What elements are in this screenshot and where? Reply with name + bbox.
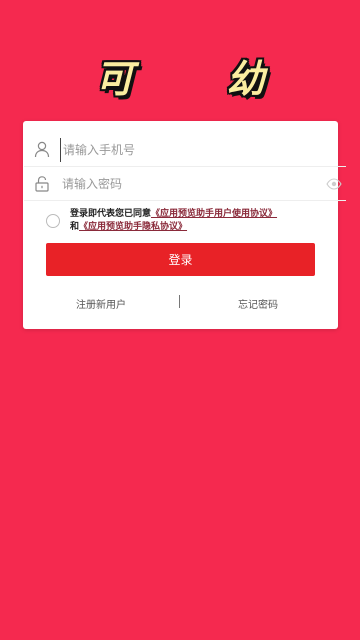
phone-field-row	[24, 133, 346, 167]
bottom-links: 注册新用户 忘记密码	[46, 294, 315, 312]
eye-icon[interactable]	[322, 172, 346, 196]
forgot-password-link[interactable]: 忘记密码	[238, 296, 278, 311]
agreement-row: 登录即代表您已同意《应用预览助手用户使用协议》 和《应用预览助手隐私协议》	[46, 208, 336, 234]
link-divider	[179, 295, 180, 308]
privacy-policy-link[interactable]: 《应用预览助手隐私协议》	[79, 222, 187, 232]
agree-radio[interactable]	[46, 214, 60, 228]
agreement-prefix: 登录即代表您已同意	[70, 209, 152, 219]
agreement-text: 登录即代表您已同意《应用预览助手用户使用协议》 和《应用预览助手隐私协议》	[70, 208, 336, 234]
login-button[interactable]: 登录	[46, 243, 315, 276]
agreement-and: 和	[70, 222, 80, 232]
user-agreement-link[interactable]: 《应用预览助手用户使用协议》	[151, 209, 277, 219]
register-link[interactable]: 注册新用户	[76, 296, 126, 311]
phone-input[interactable]	[60, 137, 346, 162]
app-title: 可 幼	[95, 57, 305, 101]
password-input[interactable]	[56, 171, 322, 196]
lock-icon	[28, 172, 56, 196]
password-field-row	[24, 167, 346, 201]
user-icon	[28, 138, 56, 162]
